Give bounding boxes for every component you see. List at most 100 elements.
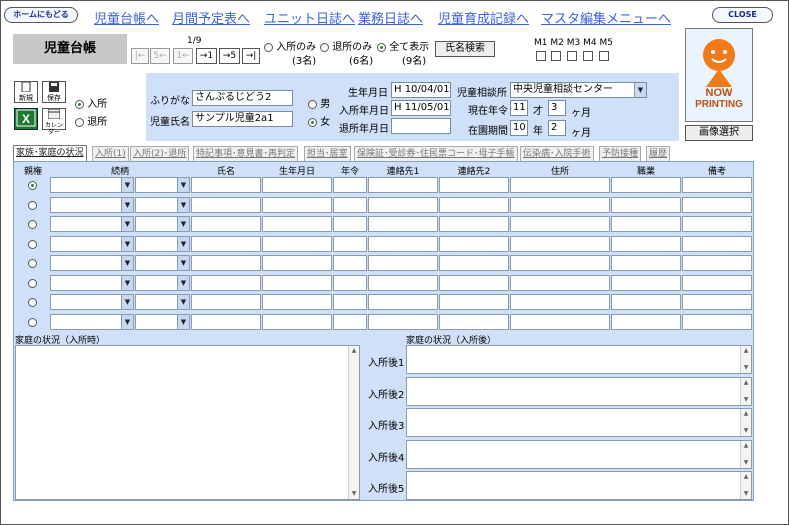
name-input[interactable] [191, 216, 261, 232]
stay-years-input[interactable]: 10 [510, 120, 528, 136]
tab-family[interactable]: 家族･家庭の状況 [13, 145, 87, 161]
child-name-input[interactable]: サンプル児童2a1 [192, 111, 293, 127]
tab-special-notes[interactable]: 特記事項･意見書･再判定 [193, 146, 299, 161]
age-input[interactable] [333, 274, 367, 291]
contact1-input[interactable] [368, 235, 438, 252]
contact1-input[interactable] [368, 255, 438, 271]
address-input[interactable] [510, 177, 610, 193]
m3-checkbox[interactable] [567, 51, 577, 61]
relation-select[interactable]: ▼ [50, 235, 134, 252]
relation-select[interactable]: ▼ [50, 177, 134, 193]
gender-male-option[interactable]: 男 [308, 95, 330, 110]
job-input[interactable] [611, 196, 681, 213]
custody-radio[interactable] [28, 278, 37, 288]
status-left-option[interactable]: 退所 [75, 113, 107, 128]
address-input[interactable] [510, 235, 610, 252]
job-input[interactable] [611, 177, 681, 193]
birth-input[interactable] [262, 196, 332, 213]
m4-checkbox[interactable] [583, 51, 593, 61]
custody-radio[interactable] [28, 298, 37, 307]
image-select-button[interactable]: 画像選択 [685, 125, 753, 141]
relation-sub-select[interactable]: ▼ [135, 196, 190, 213]
custody-radio[interactable] [28, 239, 37, 249]
contact2-input[interactable] [439, 216, 509, 232]
save-button[interactable]: 保存 [42, 81, 66, 103]
age-input[interactable] [333, 196, 367, 213]
birth-input[interactable] [262, 216, 332, 232]
job-input[interactable] [611, 235, 681, 252]
tab-admission-1[interactable]: 入所(1) [92, 146, 129, 161]
notes-input[interactable] [682, 216, 752, 232]
birth-input[interactable] [262, 235, 332, 252]
custody-radio[interactable] [28, 259, 37, 268]
relation-select[interactable]: ▼ [50, 274, 134, 291]
calendar-button[interactable]: カレンダー [42, 108, 66, 136]
nav-link-master-menu[interactable]: マスタ編集メニューへ [541, 8, 671, 27]
after-situation-textarea[interactable]: ▲ ▼ [406, 376, 752, 406]
relation-sub-select[interactable]: ▼ [135, 294, 190, 310]
contact1-input[interactable] [368, 313, 438, 330]
name-input[interactable] [191, 177, 261, 193]
contact1-input[interactable] [368, 274, 438, 291]
nav-link-monthly[interactable]: 月間予定表へ [172, 8, 250, 27]
custody-radio[interactable] [28, 200, 37, 210]
relation-select[interactable]: ▼ [50, 294, 134, 310]
contact2-input[interactable] [439, 274, 509, 291]
birth-input[interactable] [262, 294, 332, 310]
nav-link-work-diary[interactable]: 業務日誌へ [358, 8, 423, 27]
relation-select[interactable]: ▼ [50, 255, 134, 271]
birth-input[interactable] [262, 313, 332, 330]
new-record-button[interactable]: 新規 [14, 81, 38, 103]
relation-sub-select[interactable]: ▼ [135, 177, 190, 193]
notes-input[interactable] [682, 196, 752, 213]
after-situation-textarea[interactable]: ▲ ▼ [406, 408, 752, 437]
consult-center-select[interactable]: 中央児童相談センター ▼ [510, 82, 647, 98]
tab-infectious[interactable]: 伝染病･入院手術 [520, 146, 594, 161]
job-input[interactable] [611, 294, 681, 310]
tab-insurance[interactable]: 保険証･受診券･住民票コード･母子手帳 [354, 146, 518, 161]
leave-date-input[interactable] [391, 118, 451, 134]
pager-next1-button[interactable]: →1 [196, 48, 217, 64]
relation-select[interactable]: ▼ [50, 216, 134, 232]
relation-sub-select[interactable]: ▼ [135, 313, 190, 330]
contact2-input[interactable] [439, 177, 509, 193]
name-input[interactable] [191, 294, 261, 310]
tab-staff-room[interactable]: 担当･居室 [304, 146, 351, 161]
pager-back1-button[interactable]: 1← [173, 48, 193, 64]
scrollbar[interactable]: ▲ ▼ [740, 409, 751, 436]
nav-link-unit-diary[interactable]: ユニット日誌へ [264, 8, 355, 27]
job-input[interactable] [611, 216, 681, 232]
birth-input[interactable] [262, 274, 332, 291]
tab-admission-2[interactable]: 入所(2)･退所 [130, 146, 190, 161]
name-input[interactable] [191, 274, 261, 291]
job-input[interactable] [611, 274, 681, 291]
contact1-input[interactable] [368, 294, 438, 310]
m2-checkbox[interactable] [551, 51, 561, 61]
excel-export-button[interactable]: X [14, 108, 38, 130]
name-input[interactable] [191, 235, 261, 252]
address-input[interactable] [510, 294, 610, 310]
name-search-button[interactable]: 氏名検索 [435, 41, 495, 57]
m5-checkbox[interactable] [599, 51, 609, 61]
relation-select[interactable]: ▼ [50, 196, 134, 213]
contact1-input[interactable] [368, 216, 438, 232]
custody-radio[interactable] [28, 317, 37, 327]
scrollbar[interactable]: ▲ ▼ [740, 346, 751, 373]
scrollbar[interactable]: ▲ ▼ [740, 377, 751, 405]
relation-sub-select[interactable]: ▼ [135, 274, 190, 291]
name-input[interactable] [191, 196, 261, 213]
contact2-input[interactable] [439, 313, 509, 330]
pager-last-button[interactable]: →| [242, 48, 260, 64]
contact2-input[interactable] [439, 235, 509, 252]
age-input[interactable] [333, 216, 367, 232]
admission-date-input[interactable]: H 11/05/01 [391, 100, 451, 116]
contact2-input[interactable] [439, 255, 509, 271]
age-months-input[interactable]: 3 [548, 100, 566, 116]
after-situation-textarea[interactable]: ▲ ▼ [406, 439, 752, 469]
filter-all-option[interactable]: 全て表示 [377, 38, 429, 53]
after-situation-textarea[interactable]: ▲ ▼ [406, 345, 752, 374]
address-input[interactable] [510, 274, 610, 291]
custody-radio[interactable] [28, 181, 37, 190]
contact2-input[interactable] [439, 294, 509, 310]
furigana-input[interactable]: さんぷるじどう2 [192, 90, 293, 106]
